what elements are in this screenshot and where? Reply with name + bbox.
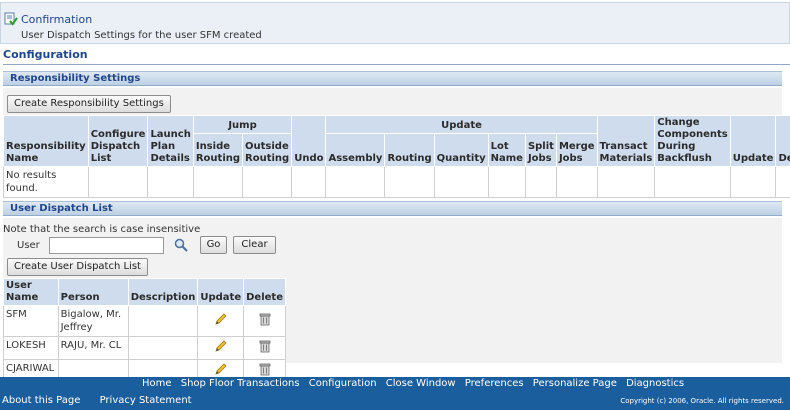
col-launch-plan-details: Launch Plan Details [147,115,194,167]
footer-links: Home Shop Floor Transactions Configurati… [142,378,690,389]
col-transact-materials: Transact Materials [596,115,656,167]
footer-link-configuration[interactable]: Configuration [309,378,377,389]
col-inside-routing: Inside Routing [192,133,244,167]
col-description: Description [127,278,199,306]
person-cell: Bigalow, Mr. Jeffrey [57,305,129,337]
col-user-name: User Name [3,278,59,306]
page-title: Configuration [3,48,790,65]
col-update-lot-name: Lot Name [487,133,526,167]
col-change-components: Change Components During Backflush [654,115,731,167]
create-user-dispatch-list-button[interactable]: Create User Dispatch List [7,258,148,276]
col-configure-dispatch-list: Configure Dispatch List [87,115,149,167]
footer-link-close-window[interactable]: Close Window [386,378,456,389]
group-update: Update [325,114,598,135]
go-button[interactable]: Go [200,236,227,254]
description-cell [127,305,199,337]
user-name-cell: LOKESH [3,336,59,360]
description-cell [127,336,199,360]
user-dispatch-list-header: User Dispatch List [3,201,782,216]
case-insensitive-note: Note that the search is case insensitive [3,224,201,235]
person-cell: RAJU, Mr. CL [57,336,129,360]
user-label: User [17,240,40,251]
clear-button[interactable]: Clear [233,236,276,254]
trash-icon[interactable] [258,339,272,353]
group-jump: Jump [192,114,293,135]
create-responsibility-settings-button[interactable]: Create Responsibility Settings [7,95,171,113]
table-row: LOKESH RAJU, Mr. CL [3,336,286,360]
confirmation-title: Confirmation [21,13,93,26]
responsibility-settings-header: Responsibility Settings [3,71,782,86]
about-this-page-link[interactable]: About this Page [2,395,80,406]
col-update-merge-jobs: Merge Jobs [555,133,598,167]
footer-link-shop-floor-transactions[interactable]: Shop Floor Transactions [181,378,300,389]
col-outside-routing: Outside Routing [242,133,293,167]
trash-icon[interactable] [258,312,272,326]
footer-link-personalize-page[interactable]: Personalize Page [533,378,617,389]
user-search-input[interactable] [49,237,164,254]
pencil-icon[interactable] [214,362,228,376]
footer-link-home[interactable]: Home [142,378,172,389]
privacy-statement-link[interactable]: Privacy Statement [100,395,192,406]
user-name-cell: SFM [3,305,59,337]
col-undo: Undo [291,115,327,167]
confirmation-box: Confirmation User Dispatch Settings for … [0,2,790,44]
col-update-routing: Routing [384,133,435,167]
col-update-quantity: Quantity [433,133,489,167]
footer-link-preferences[interactable]: Preferences [465,378,524,389]
empty-results-cell: No results found. [3,166,89,198]
responsibility-table: Responsibility Name Configure Dispatch L… [3,114,790,198]
confirmation-message: User Dispatch Settings for the user SFM … [21,30,262,41]
footer-link-diagnostics[interactable]: Diagnostics [626,378,684,389]
user-dispatch-table: User Name Person Description Update Dele… [3,278,286,383]
col-delete: Delete [775,115,790,167]
trash-icon[interactable] [258,362,272,376]
col-person: Person [57,278,129,306]
col-update: Update [197,278,245,306]
table-row: SFM Bigalow, Mr. Jeffrey [3,305,286,337]
search-icon[interactable] [174,238,188,252]
confirmation-check-icon [4,12,18,26]
col-responsibility-name: Responsibility Name [3,115,89,167]
pencil-icon[interactable] [214,339,228,353]
col-update-assembly: Assembly [325,133,386,167]
copyright-text: Copyright (c) 2006, Oracle. All rights r… [620,397,784,405]
pencil-icon[interactable] [214,312,228,326]
col-delete: Delete [243,278,286,306]
footer-bottom-links: About this Page Privacy Statement [2,395,208,406]
col-update-split-jobs: Split Jobs [524,133,557,167]
col-update: Update [729,115,777,167]
footer: Home Shop Floor Transactions Configurati… [0,377,790,410]
responsibility-panel: Create Responsibility Settings Responsib… [3,88,790,198]
